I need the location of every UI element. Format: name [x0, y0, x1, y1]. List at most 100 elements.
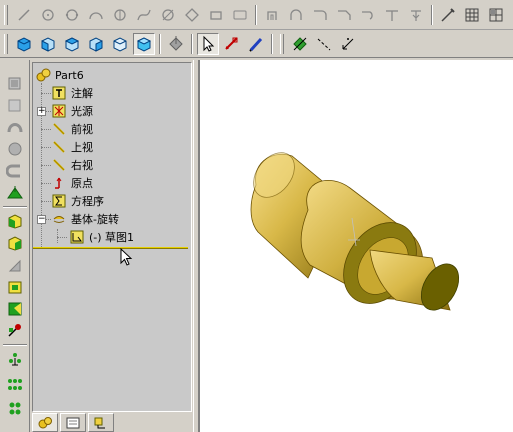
chamfer-icon[interactable]: [333, 4, 355, 26]
tree-connector: [41, 93, 51, 94]
tree-root-part[interactable]: Part6: [35, 66, 84, 84]
tree-item-label: 上视: [71, 141, 93, 154]
toolbar-separator: [159, 33, 161, 54]
tree-item-right-plane[interactable]: 右视: [51, 156, 93, 174]
select-icon[interactable]: [197, 32, 219, 55]
rollback-bar[interactable]: [33, 247, 188, 249]
chamfer-feature-icon[interactable]: [4, 210, 26, 232]
line-icon[interactable]: [13, 4, 35, 26]
tree-item-label: (-) 草图1: [89, 231, 135, 244]
grid-icon[interactable]: [437, 4, 459, 26]
mirror-feature-icon[interactable]: [4, 398, 26, 420]
tree-item-base-revolve[interactable]: 基体-旋转: [51, 210, 119, 228]
cut-extrude-icon[interactable]: [4, 160, 26, 182]
sweep-icon[interactable]: [4, 116, 26, 138]
tree-item-label: 注解: [71, 87, 93, 100]
sketch-icon: [69, 229, 85, 245]
tree-expander[interactable]: +: [37, 107, 46, 116]
tree-item-annotations[interactable]: 注解: [51, 84, 93, 102]
shaded-view-icon[interactable]: [133, 32, 155, 55]
toolbar-separator: [191, 33, 193, 54]
plane-icon: [51, 157, 67, 173]
arc-icon[interactable]: [85, 4, 107, 26]
tree-connector: [41, 183, 51, 184]
draft-icon[interactable]: [4, 254, 26, 276]
tree-connector: [57, 237, 67, 238]
tree-item-equations[interactable]: 方程序: [51, 192, 104, 210]
tree-item-origin[interactable]: 原点: [51, 174, 93, 192]
fillet-icon[interactable]: [309, 4, 331, 26]
point-icon[interactable]: [289, 33, 311, 55]
rectangle-icon[interactable]: [205, 4, 227, 26]
sketch-pencil-icon[interactable]: [245, 33, 267, 55]
toolbar-separator: [3, 344, 27, 346]
toolbar-grip[interactable]: [4, 4, 8, 25]
rib-icon[interactable]: [4, 276, 26, 298]
feature-manager-tree: Part6 注解 + 光源 前视 上视 右视 原点 方程序 − 基体-旋转 (-…: [32, 62, 192, 412]
shell-icon[interactable]: [4, 232, 26, 254]
centerline-icon[interactable]: [313, 33, 335, 55]
tree-item-sketch1[interactable]: (-) 草图1: [69, 228, 134, 246]
isometric-view-icon[interactable]: [13, 33, 35, 55]
tree-item-label: 基体-旋转: [71, 213, 119, 226]
plane-icon: [51, 121, 67, 137]
properties-icon[interactable]: [461, 4, 483, 26]
graphics-viewport[interactable]: [199, 60, 513, 432]
toolbar-grip[interactable]: [4, 33, 8, 54]
polygon-icon[interactable]: [181, 4, 203, 26]
circle-three-point-icon[interactable]: [61, 4, 83, 26]
smart-dimension-icon[interactable]: [221, 33, 243, 55]
toolbar-grip[interactable]: [280, 33, 284, 54]
part-icon: [35, 67, 51, 83]
sketch-grid-icon[interactable]: [485, 4, 507, 26]
tree-connector: [57, 229, 58, 243]
linear-pattern-icon[interactable]: [4, 348, 26, 370]
tree-item-label: 方程序: [71, 195, 104, 208]
tree-item-front-plane[interactable]: 前视: [51, 120, 93, 138]
circle-icon[interactable]: [109, 4, 131, 26]
tree-item-label: 原点: [71, 177, 93, 190]
circle-center-icon[interactable]: [37, 4, 59, 26]
right-view-icon[interactable]: [85, 33, 107, 55]
tree-item-lighting[interactable]: 光源: [51, 102, 93, 120]
feature-manager-tab[interactable]: [32, 413, 58, 432]
mirror-icon[interactable]: [381, 4, 403, 26]
toolbar-separator: [431, 4, 433, 25]
pencil-icon[interactable]: [405, 4, 427, 26]
ellipse-icon[interactable]: [157, 4, 179, 26]
tree-expander[interactable]: −: [37, 215, 46, 224]
fillet-feature-icon[interactable]: [4, 182, 26, 204]
offset-icon[interactable]: [261, 4, 283, 26]
manager-tabs: [32, 413, 192, 432]
boss-revolve-icon[interactable]: [4, 94, 26, 116]
front-view-icon[interactable]: [37, 33, 59, 55]
back-view-icon[interactable]: [109, 33, 131, 55]
boss-extrude-icon[interactable]: [4, 72, 26, 94]
view-toolbar: [0, 30, 513, 58]
toolbar-separator: [3, 206, 27, 208]
configuration-manager-tab[interactable]: [88, 413, 114, 432]
hole-wizard-icon[interactable]: [4, 298, 26, 320]
rounded-rectangle-icon[interactable]: [229, 4, 251, 26]
features-toolbar: [0, 60, 30, 432]
tree-item-label: 光源: [71, 105, 93, 118]
loft-icon[interactable]: [4, 138, 26, 160]
tree-root-label: Part6: [55, 68, 84, 82]
equation-icon: [51, 193, 67, 209]
tree-item-top-plane[interactable]: 上视: [51, 138, 93, 156]
wrap-icon[interactable]: [4, 320, 26, 342]
extend-icon[interactable]: [357, 4, 379, 26]
normal-to-icon[interactable]: [165, 33, 187, 55]
mouse-cursor-icon: [120, 247, 134, 271]
coordinate-icon[interactable]: [337, 33, 359, 55]
property-manager-tab[interactable]: [60, 413, 86, 432]
circular-pattern-icon[interactable]: [4, 374, 26, 396]
toolbar-separator: [271, 33, 273, 54]
tree-connector: [41, 201, 51, 202]
top-view-icon[interactable]: [61, 33, 83, 55]
origin-icon: [51, 175, 67, 191]
revolved-part-model[interactable]: [200, 60, 513, 432]
tree-item-label: 右视: [71, 159, 93, 172]
trim-icon[interactable]: [285, 4, 307, 26]
spline-icon[interactable]: [133, 4, 155, 26]
